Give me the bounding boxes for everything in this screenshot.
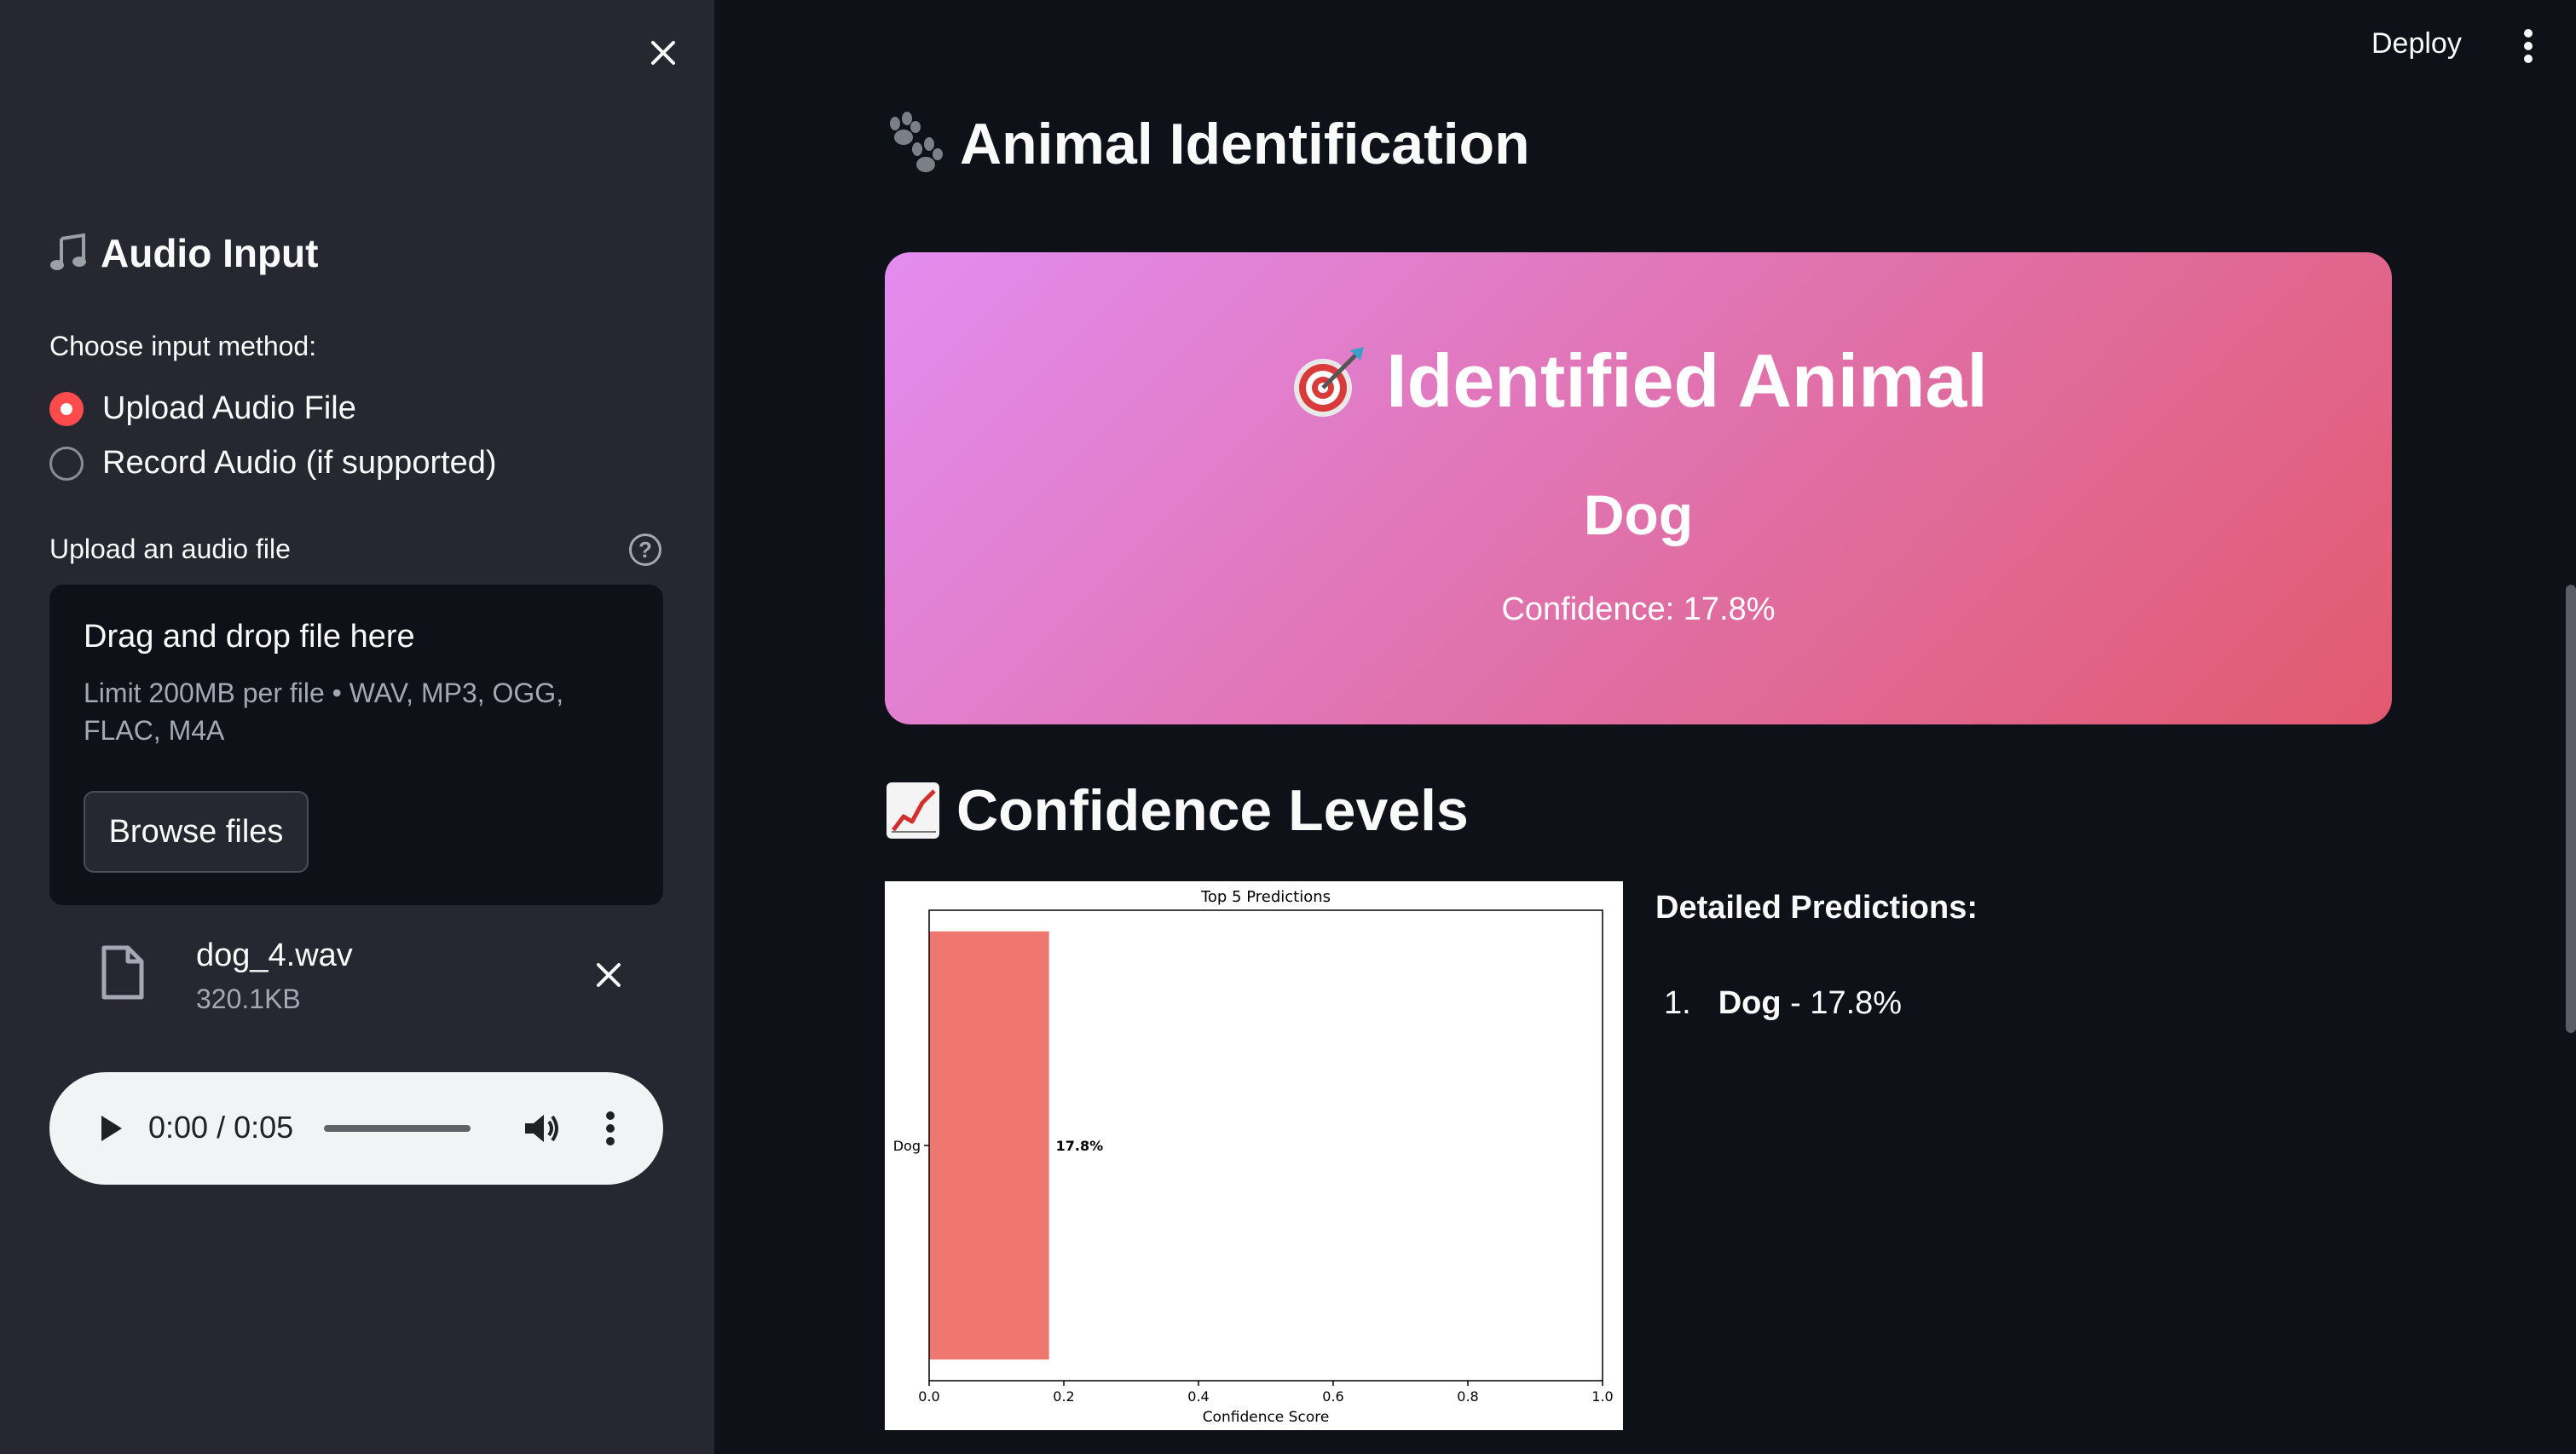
prediction-rank: 1. xyxy=(1664,985,1691,1021)
close-icon xyxy=(651,41,675,65)
musical-note-icon xyxy=(50,233,86,270)
radio-unchecked-icon xyxy=(49,446,84,481)
radio-checked-icon xyxy=(49,391,84,426)
file-icon xyxy=(101,945,144,1000)
sidebar-title-text: Audio Input xyxy=(101,231,319,275)
paw-prints-icon xyxy=(890,112,943,172)
x-tick-label: 0.2 xyxy=(1053,1388,1074,1405)
prediction-name: Dog xyxy=(1718,985,1782,1021)
bar-data-label: 17.8% xyxy=(1056,1138,1104,1154)
y-tick-label: Dog xyxy=(893,1138,921,1154)
page-title-text: Animal Identification xyxy=(960,112,1530,176)
list-item: 1. Dog - 17.8% xyxy=(1664,985,1902,1022)
dropzone-title: Drag and drop file here xyxy=(84,619,415,655)
file-name: dog_4.wav xyxy=(196,938,353,973)
seek-slider[interactable] xyxy=(324,1125,471,1132)
file-dropzone[interactable]: Drag and drop file here Limit 200MB per … xyxy=(49,585,663,905)
identified-confidence: Confidence: 17.8% xyxy=(1501,591,1776,627)
upload-label: Upload an audio file xyxy=(49,534,291,564)
identified-animal: Dog xyxy=(1583,483,1694,546)
player-more-button[interactable] xyxy=(586,1105,634,1152)
radio-upload-audio-file[interactable]: Upload Audio File xyxy=(49,390,356,427)
result-card: Identified Animal Dog Confidence: 17.8% xyxy=(885,252,2392,724)
close-sidebar-button[interactable] xyxy=(638,27,689,78)
more-vertical-icon xyxy=(2524,29,2533,63)
file-size: 320.1KB xyxy=(196,984,301,1014)
confidence-chart: Top 5 Predictions Dog 17.8% 0.0 0.2 0.4 0.6 0.8… xyxy=(885,881,1623,1430)
radio-label: Upload Audio File xyxy=(102,390,356,426)
target-icon xyxy=(1294,347,1365,417)
uploaded-file: dog_4.wav 320.1KB xyxy=(49,938,663,1023)
chart-increasing-icon xyxy=(887,782,939,839)
confidence-chart-svg: Top 5 Predictions Dog 17.8% 0.0 0.2 0.4 0.6 0.8… xyxy=(893,888,1614,1426)
x-tick-label: 0.8 xyxy=(1457,1388,1478,1405)
x-tick-label: 0.6 xyxy=(1322,1388,1343,1405)
prediction-entry: Dog - 17.8% xyxy=(1718,985,1902,1022)
input-method-label: Choose input method: xyxy=(49,331,317,361)
x-tick-label: 0.0 xyxy=(918,1388,939,1405)
audio-player: 0:00 / 0:05 xyxy=(49,1072,663,1185)
chart-title: Top 5 Predictions xyxy=(1200,888,1331,906)
x-tick-label: 1.0 xyxy=(1591,1388,1613,1405)
result-heading-text: Identified Animal xyxy=(1386,338,1988,423)
page-title: Animal Identification xyxy=(883,111,1530,177)
radio-record-audio[interactable]: Record Audio (if supported) xyxy=(49,445,497,482)
chart-bar xyxy=(929,931,1049,1360)
help-icon[interactable]: ? xyxy=(629,534,661,566)
result-heading: Identified Animal xyxy=(885,338,2392,424)
confidence-section-title-text: Confidence Levels xyxy=(956,778,1469,843)
volume-icon xyxy=(525,1115,558,1142)
main-menu-button[interactable] xyxy=(2506,20,2550,72)
more-vertical-icon xyxy=(606,1111,615,1145)
remove-file-button[interactable] xyxy=(585,951,632,999)
sidebar: Audio Input Choose input method: Upload … xyxy=(0,0,714,1454)
close-icon xyxy=(597,963,621,987)
sidebar-title: Audio Input xyxy=(49,230,318,276)
prediction-list: 1. Dog - 17.8% xyxy=(1664,985,1902,1022)
detailed-predictions-title: Detailed Predictions: xyxy=(1655,890,1978,926)
confidence-section-title: Confidence Levels xyxy=(885,777,1469,844)
play-icon xyxy=(101,1116,122,1141)
main-scrollbar[interactable] xyxy=(2566,585,2576,1033)
volume-button[interactable] xyxy=(518,1105,566,1152)
x-tick-label: 0.4 xyxy=(1187,1388,1209,1405)
browse-files-button[interactable]: Browse files xyxy=(84,791,309,873)
play-button[interactable] xyxy=(90,1108,131,1149)
dropzone-limit: Limit 200MB per file • WAV, MP3, OGG, FL… xyxy=(84,678,564,746)
player-time: 0:00 / 0:05 xyxy=(148,1110,294,1145)
prediction-value: - 17.8% xyxy=(1781,985,1903,1021)
deploy-button[interactable]: Deploy xyxy=(2363,22,2470,66)
x-axis-label: Confidence Score xyxy=(1203,1409,1330,1426)
radio-label: Record Audio (if supported) xyxy=(102,445,497,481)
